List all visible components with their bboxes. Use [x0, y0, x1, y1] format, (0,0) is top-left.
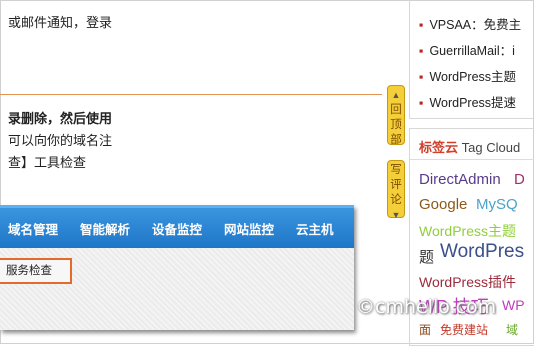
- arrow-up-icon: ▲: [391, 90, 401, 100]
- recent-post-link[interactable]: ▪ WordPress提速: [419, 92, 516, 111]
- embedded-screenshot: 域名管理 智能解析 设备监控 网站监控 云主机 服务检查: [0, 205, 354, 330]
- tag-cloud-title-en: Tag Cloud: [461, 140, 521, 155]
- recent-post-link[interactable]: ▪ VPSAA：免费主: [419, 14, 521, 33]
- tag-link[interactable]: D: [514, 171, 525, 188]
- nav-item-cloud-host[interactable]: 云主机: [296, 219, 334, 238]
- tab-char: 写: [390, 164, 402, 176]
- tag-cloud-title: 标签云 Tag Cloud: [419, 137, 520, 156]
- nav-item-smart-dns[interactable]: 智能解析: [80, 219, 130, 238]
- tab-char: 论: [390, 194, 402, 206]
- embedded-nav-bar: 域名管理 智能解析 设备监控 网站监控 云主机: [0, 205, 354, 248]
- nav-item-device-monitor[interactable]: 设备监控: [152, 219, 202, 238]
- bullet-icon: ▪: [419, 70, 424, 84]
- tag-link[interactable]: Google: [419, 196, 467, 213]
- bullet-icon: ▪: [419, 18, 424, 32]
- sidebar: ▪ VPSAA：免费主 ▪ GuerrillaMail：i ▪ WordPress主题…: [409, 0, 534, 346]
- bullet-icon: ▪: [419, 44, 424, 58]
- article-bold-text: 录删除，然后使用: [8, 111, 113, 126]
- recent-posts-widget: ▪ VPSAA：免费主 ▪ GuerrillaMail：i ▪ WordPress主题…: [409, 0, 534, 119]
- back-to-top-tab[interactable]: ▲ 回 顶 部: [387, 85, 405, 146]
- tag-link[interactable]: DirectAdmin: [419, 171, 501, 188]
- service-check-button[interactable]: 服务检查: [0, 258, 72, 284]
- tag-link[interactable]: WordPress插件: [419, 272, 516, 292]
- tag-link[interactable]: 题: [419, 246, 434, 267]
- section-divider: [0, 94, 382, 95]
- embedded-body: 服务检查: [0, 248, 354, 330]
- tab-char: 回: [390, 104, 402, 116]
- tag-link[interactable]: WP: [502, 297, 525, 313]
- tab-char: 评: [390, 179, 402, 191]
- recent-post-title: WordPress主题: [429, 70, 517, 84]
- tag-link[interactable]: WordPress主题: [419, 221, 516, 241]
- tag-link[interactable]: 免费建站: [440, 321, 488, 338]
- service-check-label: 服务检查: [6, 265, 52, 277]
- recent-post-link[interactable]: ▪ GuerrillaMail：i: [419, 40, 515, 59]
- tag-link[interactable]: 域: [506, 321, 518, 338]
- article-text-line: 可以向你的域名注: [8, 133, 113, 148]
- article-text-line: 查】工具检查: [8, 155, 87, 170]
- article-text-line: 或邮件通知，登录: [8, 15, 113, 30]
- tag-cloud-divider: [410, 159, 534, 160]
- tag-cloud-title-cn: 标签云: [419, 140, 459, 155]
- recent-post-title: GuerrillaMail：i: [429, 44, 515, 58]
- recent-post-title: VPSAA：免费主: [429, 18, 522, 32]
- recent-post-link[interactable]: ▪ WordPress主题: [419, 66, 516, 85]
- nav-item-domain-management[interactable]: 域名管理: [8, 219, 58, 238]
- tab-char: 顶: [390, 119, 402, 131]
- tab-char: 部: [390, 134, 402, 146]
- tag-link[interactable]: 面: [419, 321, 431, 338]
- tag-link[interactable]: WordPres: [440, 241, 524, 263]
- tag-link[interactable]: MySQ: [476, 196, 518, 213]
- recent-post-title: WordPress提速: [429, 96, 517, 110]
- watermark: ©cmhello.com: [356, 296, 497, 318]
- arrow-down-icon: ▼: [391, 210, 401, 220]
- nav-item-site-monitor[interactable]: 网站监控: [224, 219, 274, 238]
- write-comment-tab[interactable]: 写 评 论 ▼: [387, 160, 405, 220]
- article-paragraph: 录删除，然后使用 可以向你的域名注 查】工具检查: [8, 108, 112, 174]
- bullet-icon: ▪: [419, 96, 424, 110]
- article-content: 或邮件通知，登录 录删除，然后使用 可以向你的域名注 查】工具检查 域名管理 智…: [0, 0, 382, 344]
